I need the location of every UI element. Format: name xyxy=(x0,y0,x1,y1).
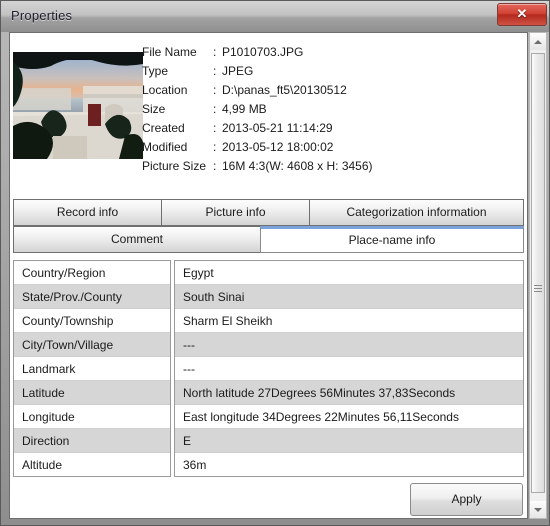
field-label: Direction xyxy=(14,429,170,453)
field-label: Landmark xyxy=(14,357,170,381)
tab-categorization-information[interactable]: Categorization information xyxy=(309,199,524,226)
field-label: Latitude xyxy=(14,381,170,405)
metadata-label: Picture Size xyxy=(142,159,207,173)
scrollbar-thumb[interactable] xyxy=(531,53,545,493)
scroll-up-button[interactable] xyxy=(530,33,546,50)
field-label: Longitude xyxy=(14,405,170,429)
metadata-row: Created : 2013-05-21 11:14:29 xyxy=(142,121,522,140)
tab-picture-info[interactable]: Picture info xyxy=(161,199,310,226)
field-value-county-township[interactable]: Sharm El Sheikh xyxy=(175,309,523,333)
metadata-colon: : xyxy=(213,159,217,173)
chevron-down-icon xyxy=(534,507,542,512)
field-value-altitude[interactable]: 36m xyxy=(175,453,523,476)
field-value-direction[interactable]: E xyxy=(175,429,523,453)
metadata-row: File Name : P1010703.JPG xyxy=(142,45,522,64)
metadata-label: Created xyxy=(142,121,185,135)
metadata-label: File Name xyxy=(142,45,197,59)
close-button[interactable]: ✕ xyxy=(497,3,547,26)
chevron-up-icon xyxy=(534,39,542,44)
title-bar: Properties ✕ xyxy=(1,1,549,32)
content-area: File Name : P1010703.JPG Type : JPEG Loc… xyxy=(9,32,528,519)
field-value-country-region[interactable]: Egypt xyxy=(175,261,523,285)
metadata-value: 2013-05-21 11:14:29 xyxy=(222,121,333,135)
metadata-value: 2013-05-12 18:00:02 xyxy=(222,140,334,154)
metadata-label: Modified xyxy=(142,140,188,154)
field-value-city-town-village[interactable]: --- xyxy=(175,333,523,357)
metadata-row: Location : D:\panas_ft5\20130512 xyxy=(142,83,522,102)
metadata-row: Size : 4,99 MB xyxy=(142,102,522,121)
tab-comment[interactable]: Comment xyxy=(13,226,261,253)
metadata-value: P1010703.JPG xyxy=(222,45,304,59)
tab-bar-row-1: Record info Picture info Categorization … xyxy=(13,199,524,226)
scroll-down-button[interactable] xyxy=(530,501,546,518)
tab-place-name-info[interactable]: Place-name info xyxy=(260,226,524,253)
metadata-row: Modified : 2013-05-12 18:00:02 xyxy=(142,140,522,159)
field-value-column: Egypt South Sinai Sharm El Sheikh --- --… xyxy=(174,260,524,477)
field-label: State/Prov./County xyxy=(14,285,170,309)
metadata-colon: : xyxy=(213,140,217,154)
field-label: Country/Region xyxy=(14,261,170,285)
window-title: Properties xyxy=(11,8,73,23)
metadata-colon: : xyxy=(213,45,217,59)
metadata-colon: : xyxy=(213,121,217,135)
metadata-value: JPEG xyxy=(222,64,254,78)
field-value-state-prov-county[interactable]: South Sinai xyxy=(175,285,523,309)
field-label: City/Town/Village xyxy=(14,333,170,357)
metadata-row: Picture Size : 16M 4:3(W: 4608 x H: 3456… xyxy=(142,159,522,178)
thumbnail-photo xyxy=(13,52,143,159)
field-label-column: Country/Region State/Prov./County County… xyxy=(13,260,171,477)
metadata-colon: : xyxy=(213,102,217,116)
metadata-row: Type : JPEG xyxy=(142,64,522,83)
tab-bar-row-2: Comment Place-name info xyxy=(13,226,524,253)
metadata-colon: : xyxy=(213,64,217,78)
metadata-value: D:\panas_ft5\20130512 xyxy=(222,83,347,97)
field-value-longitude[interactable]: East longitude 34Degrees 22Minutes 56,11… xyxy=(175,405,523,429)
field-label: Altitude xyxy=(14,453,170,476)
tab-record-info[interactable]: Record info xyxy=(13,199,162,226)
file-metadata-list: File Name : P1010703.JPG Type : JPEG Loc… xyxy=(142,45,522,178)
properties-window: Properties ✕ File Name: P1010703.JPG Ty… xyxy=(0,0,550,526)
metadata-label: Size xyxy=(142,102,166,116)
field-value-latitude[interactable]: North latitude 27Degrees 56Minutes 37,83… xyxy=(175,381,523,405)
field-value-landmark[interactable]: --- xyxy=(175,357,523,381)
image-thumbnail xyxy=(13,52,143,159)
field-label: County/Township xyxy=(14,309,170,333)
metadata-label: Type xyxy=(142,64,169,78)
vertical-scrollbar[interactable] xyxy=(529,32,547,519)
metadata-label: Location xyxy=(142,83,188,97)
metadata-value: 4,99 MB xyxy=(222,102,267,116)
metadata-value: 16M 4:3(W: 4608 x H: 3456) xyxy=(222,159,373,173)
apply-button[interactable]: Apply xyxy=(410,483,523,516)
close-icon: ✕ xyxy=(516,6,528,21)
grip-icon xyxy=(534,285,542,292)
metadata-colon: : xyxy=(213,83,217,97)
